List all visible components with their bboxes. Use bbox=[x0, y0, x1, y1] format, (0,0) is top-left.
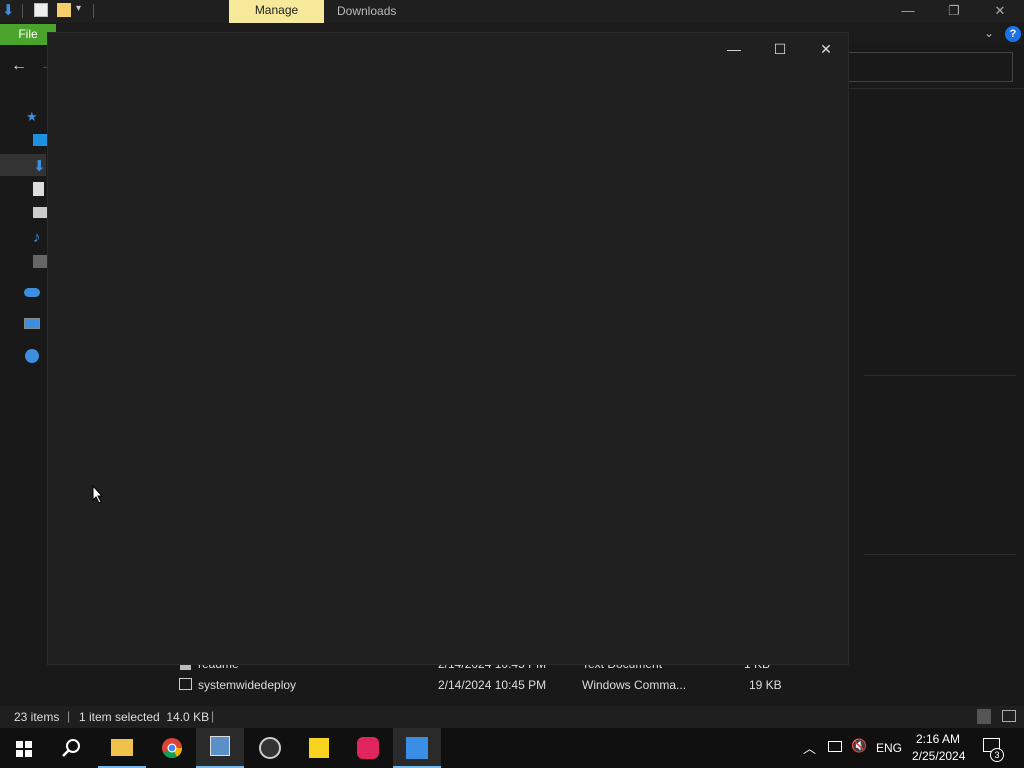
file-date: 2/14/2024 10:45 PM bbox=[438, 678, 547, 692]
network-icon[interactable] bbox=[25, 349, 39, 363]
network-icon[interactable] bbox=[828, 741, 842, 752]
help-button[interactable]: ? bbox=[1005, 26, 1021, 42]
file-size: 19 KB bbox=[749, 678, 782, 692]
window-maximize-button[interactable]: ☐ bbox=[757, 33, 803, 65]
selection-info: 1 item selected 14.0 KB bbox=[79, 710, 210, 724]
explorer-close-button[interactable]: ✕ bbox=[977, 0, 1023, 23]
status-divider: | bbox=[67, 709, 71, 723]
explorer-minimize-button[interactable]: — bbox=[885, 0, 931, 23]
file-type: Windows Comma... bbox=[582, 678, 687, 692]
pictures-icon[interactable] bbox=[33, 207, 47, 218]
downloads-arrow-icon: ⬇ bbox=[2, 2, 15, 19]
taskbar-file-explorer[interactable] bbox=[98, 728, 146, 768]
onedrive-icon[interactable] bbox=[24, 288, 40, 297]
control-panel-icon bbox=[210, 736, 230, 756]
recorder-icon bbox=[357, 737, 379, 759]
window-minimize-button[interactable]: — bbox=[711, 33, 757, 65]
taskbar-obs[interactable] bbox=[246, 728, 294, 768]
status-bar: 23 items | 1 item selected 14.0 KB | bbox=[0, 706, 1024, 728]
videos-icon[interactable] bbox=[33, 255, 47, 268]
language-indicator[interactable]: ENG bbox=[876, 741, 902, 755]
obs-icon bbox=[259, 737, 281, 759]
chevron-up-icon[interactable]: ︿ bbox=[803, 738, 816, 757]
large-icons-view-icon[interactable] bbox=[1002, 710, 1016, 722]
customize-quick-access-icon[interactable]: ▾ bbox=[76, 3, 81, 14]
item-count: 23 items bbox=[14, 710, 60, 724]
tab-manage[interactable]: Manage bbox=[229, 0, 324, 23]
chevron-down-icon[interactable]: ⌄ bbox=[984, 26, 994, 40]
table-row[interactable]: systemwidedeploy 2/14/2024 10:45 PM Wind… bbox=[158, 676, 782, 694]
details-view-icon[interactable] bbox=[977, 709, 991, 724]
notification-badge: 3 bbox=[990, 748, 1004, 762]
documents-icon[interactable] bbox=[33, 182, 44, 196]
taskbar-screen-recorder[interactable] bbox=[344, 728, 392, 768]
new-folder-icon[interactable] bbox=[57, 3, 71, 17]
properties-icon[interactable] bbox=[34, 3, 48, 17]
clock-date: 2/25/2024 bbox=[912, 749, 966, 763]
search-icon bbox=[62, 739, 80, 757]
group-divider bbox=[864, 375, 1016, 376]
search-button[interactable] bbox=[48, 728, 96, 768]
command-script-icon bbox=[179, 678, 192, 690]
windows-logo-icon bbox=[16, 741, 32, 757]
taskbar-sticky-notes[interactable] bbox=[295, 728, 343, 768]
downloads-icon[interactable]: ⬇ bbox=[33, 157, 47, 175]
speaker-muted-icon[interactable]: 🔇 bbox=[851, 738, 867, 754]
file-name: systemwidedeploy bbox=[198, 678, 297, 692]
group-divider bbox=[864, 554, 1016, 555]
folder-icon bbox=[111, 739, 133, 756]
explorer-restore-button[interactable]: ❐ bbox=[931, 0, 977, 23]
taskbar-chrome[interactable] bbox=[148, 728, 196, 768]
window-title: Downloads bbox=[337, 4, 397, 18]
desktop-icon[interactable] bbox=[33, 134, 47, 146]
mouse-cursor-icon bbox=[92, 485, 104, 504]
separator bbox=[93, 4, 94, 18]
search-input[interactable] bbox=[848, 52, 1013, 82]
window-close-button[interactable]: ✕ bbox=[803, 33, 849, 65]
taskbar-paint-app[interactable] bbox=[393, 728, 441, 768]
separator bbox=[22, 4, 23, 18]
explorer-title-bar bbox=[0, 0, 1024, 23]
chrome-icon bbox=[162, 738, 183, 759]
status-divider: | bbox=[211, 709, 215, 723]
clock-time: 2:16 AM bbox=[915, 732, 961, 746]
this-pc-icon[interactable] bbox=[24, 318, 40, 329]
start-button[interactable] bbox=[0, 728, 48, 768]
music-icon[interactable]: ♪ bbox=[33, 229, 47, 246]
taskbar-control-panel[interactable] bbox=[196, 728, 244, 768]
sticky-notes-icon bbox=[309, 738, 329, 758]
quick-access-star-icon[interactable]: ★ bbox=[26, 109, 40, 124]
back-arrow-icon[interactable]: ← bbox=[11, 57, 27, 75]
blank-window[interactable]: — ☐ ✕ bbox=[47, 32, 849, 665]
paint-icon bbox=[406, 737, 428, 759]
clock[interactable]: 2:16 AM 2/25/2024 bbox=[912, 731, 966, 765]
